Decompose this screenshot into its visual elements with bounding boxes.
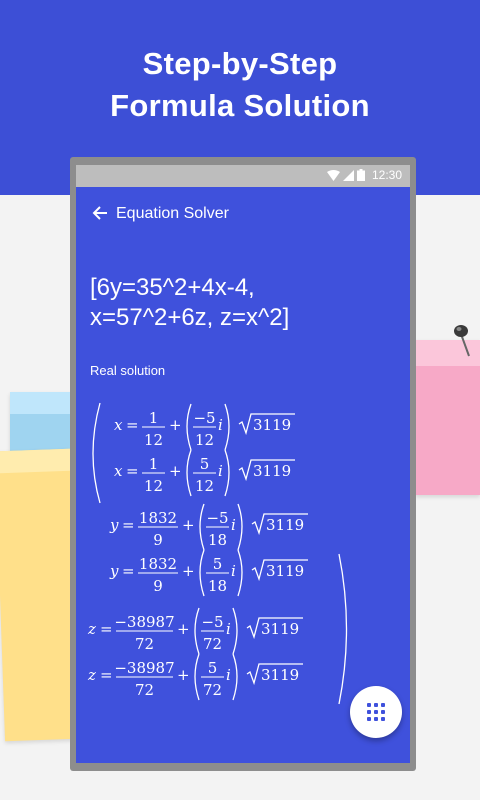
solution-row-5-real-fraction-denominator: 72 [135, 635, 154, 653]
solution-row-2-imag-fraction-denominator: 12 [195, 477, 214, 495]
solution-row-3-radicand: 3119 [266, 516, 304, 534]
solution-label: Real solution [90, 363, 166, 378]
solution-row-6-imag-fraction-numerator: 5 [208, 659, 218, 677]
status-bar: 12:30 [76, 165, 410, 187]
solution-row-4-variable: y [109, 562, 119, 580]
promo-headline-line1: Step-by-Step [142, 46, 338, 81]
solution-row-1-radicand: 3119 [253, 416, 291, 434]
solution-row-5-imaginary-unit: i [226, 620, 231, 638]
solution-row-3-real-fraction-denominator: 9 [153, 531, 163, 549]
solution-row-1-equals: = [126, 416, 139, 434]
solution-bracket-right [338, 553, 348, 705]
solution-row-2-variable: x [114, 462, 123, 480]
solution-row-5-radicand: 3119 [261, 620, 299, 638]
solution-row-6-paren-left [194, 653, 200, 701]
solution-row-4-plus: + [182, 562, 195, 580]
solution-row-1-real-fraction-numerator: 1 [149, 409, 159, 427]
solution-row-3-equals: = [122, 516, 135, 534]
solution-row-6-imaginary-unit: i [226, 666, 231, 684]
app-title: Equation Solver [116, 205, 229, 222]
solution-row-2-plus: + [169, 462, 182, 480]
solution-row-1-paren-left [186, 403, 192, 451]
solution-row-1-paren-right [224, 403, 230, 451]
battery-icon [356, 169, 365, 181]
solution-row-4-radicand: 3119 [266, 562, 304, 580]
solution-row-4-real-fraction-numerator: 1832 [139, 555, 177, 573]
phone-frame: 12:30 Equation Solver [6y=35^2+4x-4, x=5… [70, 157, 416, 771]
solution-math: x = 112+ −512i 3119x = 112+ 512i 3119y = 18329+ −51… [87, 402, 348, 705]
solution-row-4-paren-left [199, 549, 205, 597]
solution-row-6-real-fraction-numerator: −38987 [114, 659, 174, 677]
solution-row-4-imaginary-unit: i [231, 562, 236, 580]
solution-row-3-variable: y [109, 516, 119, 534]
solution-row-3-real-fraction-numerator: 1832 [139, 509, 177, 527]
sticky-note-yellow [0, 448, 81, 742]
solution-row-4-equals: = [122, 562, 135, 580]
solution-row-6-plus: + [177, 666, 190, 684]
solution-row-3-paren-right [237, 503, 243, 551]
solution-row-3-imaginary-unit: i [231, 516, 236, 534]
arrow-left-icon[interactable] [90, 202, 112, 224]
solution-row-3-imag-fraction-denominator: 18 [208, 531, 227, 549]
solution-row-5-imag-fraction-denominator: 72 [203, 635, 222, 653]
solution-row-6-radicand: 3119 [261, 666, 299, 684]
solution-row-1-imaginary-unit: i [218, 416, 223, 434]
solution-row-3-plus: + [182, 516, 195, 534]
solution-row-3-imag-fraction-numerator: −5 [206, 509, 228, 527]
solution-row-5-variable: z [87, 620, 96, 638]
solution-row-2-paren-left [186, 449, 192, 497]
solution-row-4-real-fraction-denominator: 9 [153, 577, 163, 595]
solution-row-6-paren-right [232, 653, 238, 701]
sticky-note-pink [415, 340, 480, 495]
solution-row-4-paren-right [237, 549, 243, 597]
solution-row-2-radicand: 3119 [253, 462, 291, 480]
equation-line-1: [6y=35^2+4x-4, [90, 274, 255, 301]
solution-row-1-plus: + [169, 416, 182, 434]
solution-row-2-real-fraction-denominator: 12 [144, 477, 163, 495]
signal-icon [342, 169, 354, 181]
solution-row-5-real-fraction-numerator: −38987 [114, 613, 174, 631]
solution-row-1-imag-fraction-denominator: 12 [195, 431, 214, 449]
solution-row-1-imag-fraction-numerator: −5 [193, 409, 215, 427]
solution-row-5-imag-fraction-numerator: −5 [201, 613, 223, 631]
solution-row-2-equals: = [126, 462, 139, 480]
app-bar: Equation Solver [76, 187, 410, 239]
keypad-grid-icon [367, 703, 385, 721]
solution-row-6-real-fraction-denominator: 72 [135, 681, 154, 699]
solution-row-5-paren-right [232, 607, 238, 655]
push-pin-icon [454, 325, 470, 357]
keypad-button[interactable] [350, 686, 402, 738]
solution-row-4-imag-fraction-numerator: 5 [213, 555, 223, 573]
solution-row-6-variable: z [87, 666, 96, 684]
solution-row-4-imag-fraction-denominator: 18 [208, 577, 227, 595]
solution-row-2-real-fraction-numerator: 1 [149, 455, 159, 473]
solution-row-3-paren-left [199, 503, 205, 551]
solution-row-6-imag-fraction-denominator: 72 [203, 681, 222, 699]
solution-row-2-paren-right [224, 449, 230, 497]
solution-bracket-left [92, 402, 101, 504]
solution-row-1-variable: x [114, 416, 123, 434]
app-screen: 12:30 Equation Solver [6y=35^2+4x-4, x=5… [76, 165, 410, 763]
solution-row-6-equals: = [100, 666, 113, 684]
equation-display: [6y=35^2+4x-4, x=57^2+6z, z=x^2] [90, 273, 395, 333]
solution-row-2-imaginary-unit: i [218, 462, 223, 480]
solution-row-1-real-fraction-denominator: 12 [144, 431, 163, 449]
solution-row-5-paren-left [194, 607, 200, 655]
promo-headline-line2: Formula Solution [110, 88, 370, 123]
solution-row-5-equals: = [100, 620, 113, 638]
wifi-icon [326, 169, 340, 181]
solution-row-5-plus: + [177, 620, 190, 638]
equation-line-2: x=57^2+6z, z=x^2] [90, 304, 290, 331]
solution-row-2-imag-fraction-numerator: 5 [200, 455, 210, 473]
status-clock: 12:30 [371, 168, 402, 182]
